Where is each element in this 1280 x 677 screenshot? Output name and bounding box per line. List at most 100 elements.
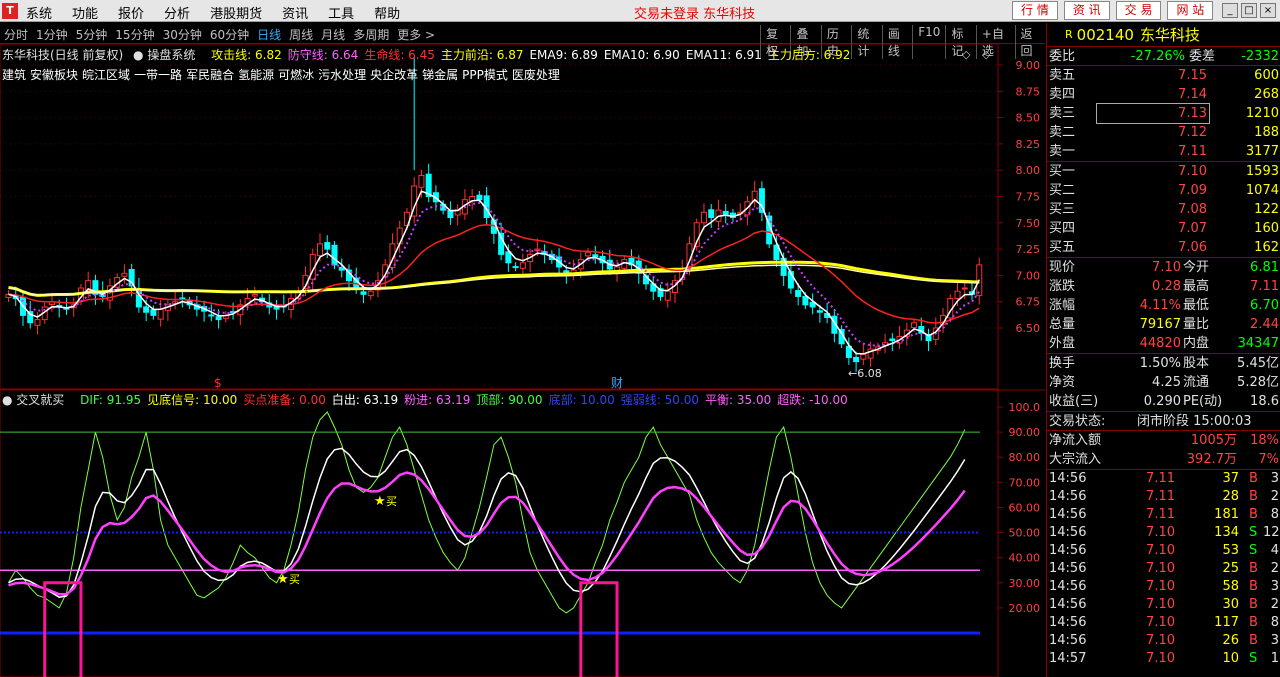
tick-count: 3 (1270, 633, 1279, 648)
menu-item[interactable]: 帮助 (374, 3, 400, 22)
menu-item[interactable]: 功能 (72, 3, 98, 22)
period-tab[interactable]: 60分钟 (210, 26, 249, 43)
main-plot-frame (0, 44, 999, 390)
stat-row: 现价 7.10 今开 6.81 (1047, 258, 1280, 277)
order-book-row[interactable]: 卖一 7.11 3177 (1047, 142, 1280, 161)
concept-tag[interactable]: 军民融合 (186, 68, 234, 82)
order-book-row[interactable]: 买一 7.10 1593 (1047, 162, 1280, 181)
close-icon[interactable]: × (1260, 3, 1276, 18)
oscillator-value: 顶部: 90.00 (476, 393, 543, 407)
tick-price: 7.10 (1146, 597, 1175, 612)
menu-item[interactable]: 系统 (26, 3, 52, 22)
tick-side: B (1249, 471, 1258, 486)
concept-tag[interactable]: 氢能源 (238, 68, 274, 82)
tick-price: 7.10 (1146, 615, 1175, 630)
order-book-row[interactable]: 买四 7.07 160 (1047, 219, 1280, 238)
tick-side: S (1249, 525, 1258, 540)
tick-count: 1 (1270, 651, 1279, 666)
concept-tag[interactable]: 可燃冰 (278, 68, 314, 82)
candle-body (476, 194, 483, 201)
tick-time: 14:56 (1049, 633, 1087, 648)
stat-value: 4.25 (1152, 375, 1181, 390)
period-tab[interactable]: 周线 (289, 26, 313, 43)
period-tab[interactable]: 更多 > (397, 26, 435, 43)
order-book-row[interactable]: 卖四 7.14 268 (1047, 85, 1280, 104)
flow-value: 1005万 (1190, 433, 1237, 448)
period-tab[interactable]: 15分钟 (115, 26, 154, 43)
stat-value: 5.45亿 (1237, 356, 1279, 371)
period-tab[interactable]: 1分钟 (36, 26, 68, 43)
candle-body (208, 314, 215, 317)
stat-value: 7.10 (1152, 260, 1181, 275)
maximize-icon[interactable]: □ (1241, 3, 1257, 18)
tick-count: 8 (1270, 507, 1279, 522)
concept-tag[interactable]: 污水处理 (318, 68, 366, 82)
level-price: 7.07 (1178, 221, 1207, 236)
candle-body (157, 308, 164, 320)
oscillator-selector[interactable]: ● 交叉就买 (2, 393, 70, 407)
top-button[interactable]: 资 讯 (1063, 1, 1110, 20)
tick-price: 7.11 (1146, 489, 1175, 504)
top-button[interactable]: 行 情 (1012, 1, 1058, 20)
indicator-value: 攻击线: 6.82 (211, 48, 282, 62)
stock-code: 002140 (1076, 26, 1134, 44)
osc-axis-label: 50.00 (1009, 527, 1041, 540)
period-tab[interactable]: 30分钟 (163, 26, 202, 43)
price-axis-label: 7.00 (1016, 269, 1041, 282)
stat-value: 79167 (1139, 317, 1181, 332)
top-button[interactable]: 交 易 (1115, 1, 1162, 20)
menu-item[interactable]: 工具 (328, 3, 354, 22)
system-selector[interactable]: ● 操盘系统 (133, 48, 201, 62)
period-tab[interactable]: 分时 (4, 26, 28, 43)
yellow-ma-line-2 (8, 264, 980, 296)
tick-side: B (1249, 561, 1258, 576)
level-volume: 3177 (1245, 144, 1279, 159)
tick-time: 14:56 (1049, 489, 1087, 504)
level-label: 卖五 (1049, 68, 1076, 83)
order-book-row[interactable]: 买三 7.08 122 (1047, 200, 1280, 219)
tick-count: 2 (1270, 561, 1279, 576)
order-book-row[interactable]: 买二 7.09 1074 (1047, 181, 1280, 200)
period-tab[interactable]: 5分钟 (76, 26, 108, 43)
order-book-row[interactable]: 卖二 7.12 188 (1047, 123, 1280, 142)
kline-chart[interactable]: 9.00 8.75 8.50 8.25 8.00 7.75 7.50 7.25 7.00 6.75… (0, 44, 1045, 677)
tick-list[interactable]: 14:56 7.11 37 B 3 14:56 7.11 28 B 2 14:56 7.11 181 B 8… (1047, 470, 1280, 668)
order-book-row[interactable]: 买五 7.06 162 (1047, 238, 1280, 257)
candle-body (143, 306, 150, 313)
concept-tag[interactable]: 央企改革 (370, 68, 418, 82)
indicator-value: 主力后方: 6.92 (767, 48, 851, 62)
stat-row: 净资 4.25 流通 5.28亿 (1047, 373, 1280, 392)
stat-row: 涨幅 4.11% 最低 6.70 (1047, 296, 1280, 315)
menu-item[interactable]: 报价 (118, 3, 144, 22)
tick-volume: 134 (1214, 525, 1239, 540)
tick-row: 14:56 7.10 53 S 4 (1047, 542, 1280, 560)
order-book-row[interactable]: 卖五 7.15 600 (1047, 66, 1280, 85)
period-tab[interactable]: 日线 (257, 26, 281, 43)
concept-tag[interactable]: 安徽板块 (30, 68, 78, 82)
menu-item[interactable]: 分析 (164, 3, 190, 22)
price-axis-label: 6.50 (1016, 322, 1041, 335)
order-book-row[interactable]: 卖三 7.13 1210 (1047, 103, 1280, 124)
weibi-label: 委比 (1049, 49, 1076, 64)
stat-value: 44820 (1139, 336, 1181, 351)
top-button[interactable]: 网 站 (1167, 1, 1214, 20)
concept-tag[interactable]: 医废处理 (512, 68, 560, 82)
level-label: 买三 (1049, 202, 1076, 217)
candle-body (961, 287, 968, 290)
minimize-icon[interactable]: _ (1222, 3, 1238, 18)
concept-tag[interactable]: 锑金属 (422, 68, 458, 82)
concept-tag[interactable]: 建筑 (2, 68, 26, 82)
period-tab[interactable]: 月线 (321, 26, 345, 43)
oscillator-value: 超跌: -10.00 (777, 393, 848, 407)
concept-tag[interactable]: 皖江区域 (82, 68, 130, 82)
candle-body (722, 210, 729, 215)
system-label: 操盘系统 (147, 48, 196, 62)
menu-item[interactable]: 港股期货 (210, 3, 262, 22)
concept-tag[interactable]: PPP模式 (462, 68, 508, 82)
menu-item[interactable]: 资讯 (282, 3, 308, 22)
tick-count: 3 (1270, 471, 1279, 486)
concept-tag[interactable]: 一带一路 (134, 68, 182, 82)
period-tab[interactable]: 多周期 (353, 26, 389, 43)
window-controls: _ □ × (1222, 3, 1279, 18)
stat-row: 换手 1.50% 股本 5.45亿 (1047, 354, 1280, 373)
